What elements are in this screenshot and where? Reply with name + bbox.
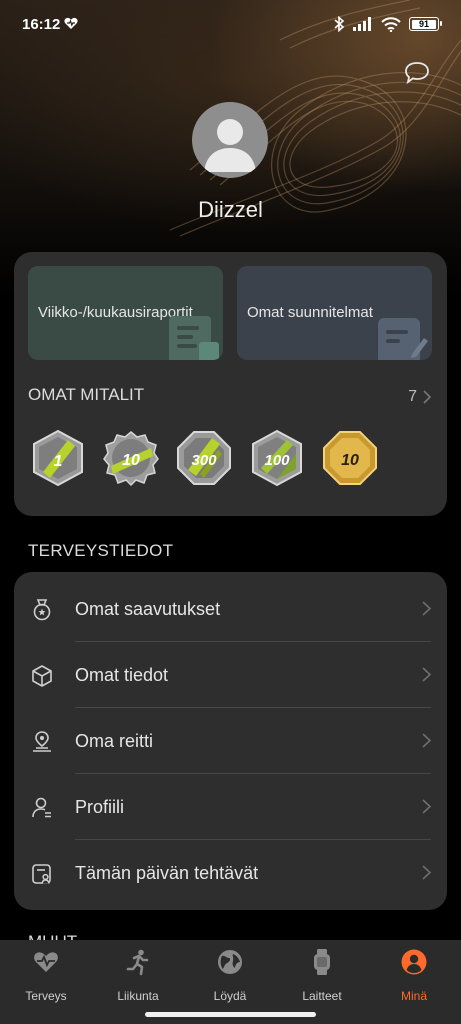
chevron-right-icon [422, 733, 431, 748]
medal-label: 10 [341, 452, 359, 469]
chevron-right-icon [422, 667, 431, 682]
list-item-label: Omat tiedot [75, 665, 169, 685]
medals-row: 1 10 300 100 10 [28, 428, 380, 488]
medal-icon [33, 599, 51, 621]
list-item-profile[interactable]: Profiili [14, 774, 447, 840]
heart-icon [34, 952, 58, 972]
medal-badge[interactable]: 10 [320, 428, 380, 488]
task-icon [32, 864, 51, 884]
person-icon [32, 797, 51, 818]
reports-tile[interactable]: Viikko-/kuukausiraportit [28, 266, 223, 360]
list-item-label: Profiili [75, 797, 125, 817]
nav-item-exercise[interactable]: Liikunta [92, 948, 184, 1003]
status-time: 16:12 [22, 16, 61, 33]
medal-badge[interactable]: 300 [174, 428, 234, 488]
nav-item-devices[interactable]: Laitteet [276, 948, 368, 1003]
avatar[interactable] [192, 102, 268, 178]
globe-icon [218, 950, 242, 974]
overview-card: Viikko-/kuukausiraportit Omat suunnitelm… [14, 252, 447, 516]
nav-label: Terveys [25, 989, 67, 1003]
route-icon [33, 731, 51, 752]
list-item-label: Omat saavutukset [75, 599, 221, 619]
medal-label: 10 [122, 452, 140, 469]
nav-label: Laitteet [302, 989, 342, 1003]
medal-label: 300 [191, 452, 217, 469]
medals-count: 7 [408, 388, 417, 405]
nav-label: Liikunta [117, 989, 159, 1003]
list-item-my-data[interactable]: Omat tiedot [14, 642, 447, 708]
username: Diizzel [198, 197, 263, 222]
nav-item-me[interactable]: Minä [368, 948, 460, 1003]
medal-label: 1 [54, 453, 63, 470]
avatar-placeholder-icon [204, 119, 256, 172]
report-document-icon [169, 316, 219, 360]
chevron-right-icon [422, 865, 431, 880]
plan-clipboard-icon [378, 318, 428, 360]
me-icon [401, 949, 427, 975]
watch-icon [314, 949, 330, 975]
nav-label: Löydä [213, 989, 247, 1003]
medal-label: 100 [264, 452, 290, 469]
signal-icon [353, 17, 371, 31]
plans-tile[interactable]: Omat suunnitelmat [237, 266, 432, 360]
list-item-daily-tasks[interactable]: Tämän päivän tehtävät [14, 840, 447, 906]
cube-icon [32, 665, 52, 687]
nav-item-health[interactable]: Terveys [0, 948, 92, 1003]
bluetooth-icon [334, 16, 345, 32]
list-item-label: Tämän päivän tehtävät [75, 863, 259, 883]
nav-label: Minä [400, 989, 427, 1003]
medal-badge[interactable]: 1 [28, 428, 88, 488]
list-item-achievements[interactable]: Omat saavutukset [14, 576, 447, 642]
chat-icon[interactable] [403, 60, 431, 86]
home-indicator[interactable] [145, 1012, 316, 1017]
health-section-title: TERVEYSTIEDOT [28, 541, 174, 560]
health-list-card: Omat saavutukset Omat tiedot Oma reitti … [14, 572, 447, 910]
battery-indicator: 91 [409, 17, 442, 31]
medal-badge[interactable]: 100 [247, 428, 307, 488]
plans-label: Omat suunnitelmat [247, 304, 373, 321]
chevron-right-icon [423, 390, 431, 404]
medal-badge[interactable]: 10 [101, 428, 161, 488]
nav-item-discover[interactable]: Löydä [184, 948, 276, 1003]
medals-count-link[interactable]: 7 [408, 388, 431, 406]
status-bar: 16:12 91 [0, 14, 461, 38]
medals-title: OMAT MITALIT [28, 385, 145, 404]
running-icon [126, 949, 149, 976]
chevron-right-icon [422, 601, 431, 616]
list-item-route[interactable]: Oma reitti [14, 708, 447, 774]
wifi-icon [381, 16, 401, 32]
battery-level: 91 [412, 19, 436, 29]
health-heart-icon [64, 17, 78, 29]
chevron-right-icon [422, 799, 431, 814]
list-item-label: Oma reitti [75, 731, 154, 751]
